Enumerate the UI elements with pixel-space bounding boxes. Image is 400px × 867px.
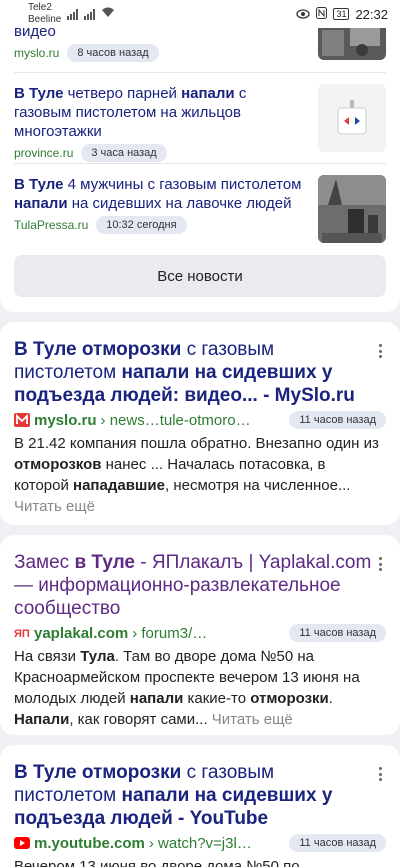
more-options-icon[interactable]: [372, 555, 388, 573]
wifi-icon: [101, 7, 115, 21]
nfc-icon: [316, 6, 328, 22]
news-time: 3 часа назад: [81, 144, 167, 162]
news-time: 10:32 сегодня: [96, 216, 187, 234]
search-result: Замес в Туле - ЯПлакалъ | Yaplakal.com —…: [0, 535, 400, 735]
divider: [14, 163, 386, 164]
result-path: › forum3/…: [132, 624, 208, 642]
more-options-icon[interactable]: [372, 765, 388, 783]
news-time: 8 часов назад: [67, 44, 159, 62]
result-snippet: Вечером 13 июня во дворе дома №50 по: [14, 858, 300, 867]
youtube-favicon-icon: [14, 836, 30, 850]
news-title[interactable]: В Туле четверо парней напали с газовым п…: [14, 84, 304, 141]
news-title[interactable]: В Туле 4 мужчины с газовым пистолетом на…: [14, 175, 304, 213]
result-domain: yaplakal.com: [34, 624, 129, 642]
carrier-1: Tele2: [28, 2, 52, 13]
more-options-icon[interactable]: [372, 342, 388, 360]
eye-icon: [296, 7, 311, 22]
battery-indicator: 31: [333, 8, 350, 20]
result-snippet: В 21.42 компания пошла обратно. Внезапно…: [14, 435, 379, 515]
result-path: › watch?v=j3l…: [148, 834, 252, 852]
result-domain: m.youtube.com: [34, 834, 145, 852]
result-time-badge: 11 часов назад: [289, 624, 386, 642]
news-block: видео myslo.ru 8 часов назад В Туле четв…: [0, 0, 400, 312]
result-time-badge: 11 часов назад: [289, 834, 386, 852]
news-thumbnail[interactable]: [318, 84, 386, 152]
result-url[interactable]: m.youtube.com › watch?v=j3l… 11 часов на…: [14, 834, 386, 852]
svg-text:ЯП: ЯП: [14, 628, 30, 640]
carrier-names: Tele2 Beeline: [28, 2, 61, 26]
divider: [14, 72, 386, 73]
result-title-link[interactable]: В Туле отморозки с газовым пистолетом на…: [14, 338, 374, 407]
read-more-link[interactable]: Читать ещё: [14, 498, 95, 515]
clock: 22:32: [355, 6, 388, 22]
search-result: В Туле отморозки с газовым пистолетом на…: [0, 322, 400, 525]
result-snippet: На связи Тула. Там во дворе дома №50 на …: [14, 648, 360, 728]
read-more-link[interactable]: Читать ещё: [212, 711, 293, 728]
myslo-favicon-icon: [14, 413, 30, 427]
result-title-link[interactable]: В Туле отморозки с газовым пистолетом на…: [14, 761, 374, 830]
status-bar: Tele2 Beeline 31 22:32: [0, 0, 400, 28]
result-title-link[interactable]: Замес в Туле - ЯПлакалъ | Yaplakal.com —…: [14, 551, 374, 620]
result-url[interactable]: myslo.ru › news…tule-otmoro… 11 часов на…: [14, 411, 386, 429]
result-domain: myslo.ru: [34, 411, 97, 429]
all-news-button[interactable]: Все новости: [14, 255, 386, 297]
news-source: TulaPressa.ru: [14, 218, 89, 232]
result-path: › news…tule-otmoro…: [100, 411, 251, 429]
result-url[interactable]: ЯП yaplakal.com › forum3/… 11 часов наза…: [14, 624, 386, 642]
news-source: myslo.ru: [14, 46, 60, 60]
signal-icon-2: [84, 8, 96, 20]
signal-icon: [67, 8, 79, 20]
carrier-2: Beeline: [28, 14, 62, 25]
yaplakal-favicon-icon: ЯП: [14, 626, 30, 640]
search-result: В Туле отморозки с газовым пистолетом на…: [0, 745, 400, 867]
news-thumbnail[interactable]: [318, 175, 386, 243]
result-time-badge: 11 часов назад: [289, 411, 386, 429]
news-source: province.ru: [14, 146, 74, 160]
